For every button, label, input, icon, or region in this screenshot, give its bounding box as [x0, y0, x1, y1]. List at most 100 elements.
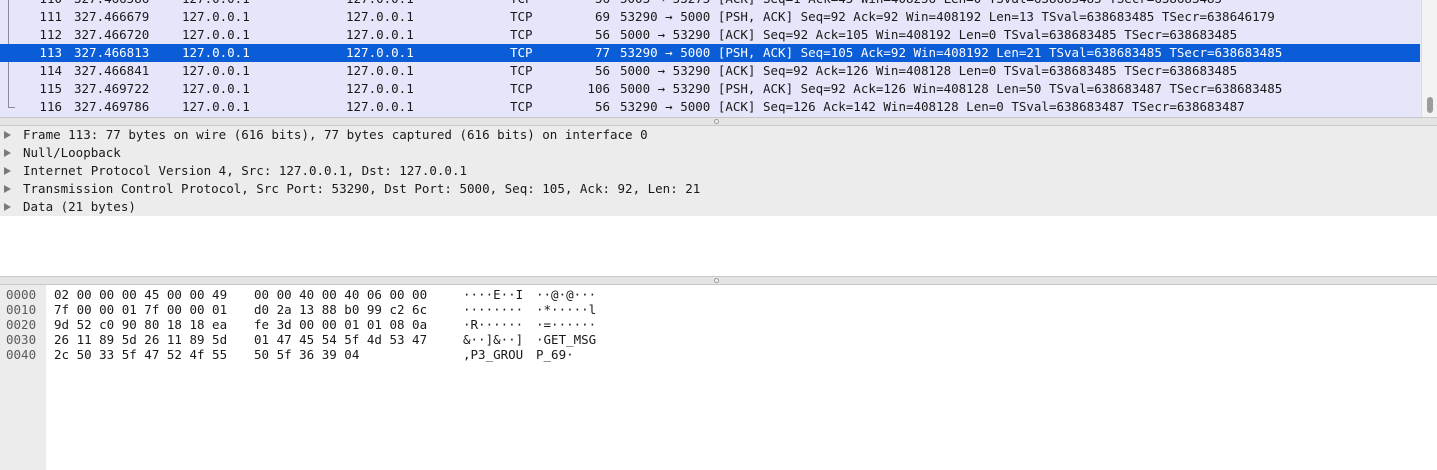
packet-time: 327.469786: [74, 99, 150, 114]
conversation-line-icon: [8, 98, 15, 108]
hex-offset: 0040: [6, 347, 37, 362]
packet-destination: 127.0.0.1: [346, 81, 414, 96]
packet-info: 53290 → 5000 [ACK] Seq=126 Ack=142 Win=4…: [620, 99, 1245, 114]
packet-time: 327.466841: [74, 63, 150, 78]
expand-arrow-icon[interactable]: [4, 185, 11, 193]
hex-ascii: ····E··I: [463, 287, 524, 302]
detail-tree-item[interactable]: Internet Protocol Version 4, Src: 127.0.…: [0, 162, 1437, 180]
packet-destination: 127.0.0.1: [346, 45, 414, 60]
hex-ascii: ·R······: [463, 317, 524, 332]
packet-source: 127.0.0.1: [182, 9, 250, 24]
detail-tree-item[interactable]: Null/Loopback: [0, 144, 1437, 162]
packet-destination: 127.0.0.1: [346, 99, 414, 114]
hex-bytes: 26 11 89 5d 26 11 89 5d: [54, 332, 228, 347]
packet-number: 112: [39, 27, 62, 42]
packet-source: 127.0.0.1: [182, 99, 250, 114]
hex-bytes: 02 00 00 00 45 00 00 49: [54, 287, 228, 302]
packet-protocol: TCP: [510, 63, 533, 78]
detail-tree-item[interactable]: Transmission Control Protocol, Src Port:…: [0, 180, 1437, 198]
detail-tree-item[interactable]: Data (21 bytes): [0, 198, 1437, 216]
packet-protocol: TCP: [510, 99, 533, 114]
detail-tree-label: Internet Protocol Version 4, Src: 127.0.…: [23, 163, 468, 178]
hex-bytes: 7f 00 00 01 7f 00 00 01: [54, 302, 228, 317]
packet-row[interactable]: 115 327.469722 127.0.0.1 127.0.0.1 TCP 106 500…: [0, 80, 1420, 98]
packet-details-pane[interactable]: Frame 113: 77 bytes on wire (616 bits), …: [0, 126, 1437, 276]
packet-bytes-pane[interactable]: 0000 02 00 00 00 45 00 00 49 00 00 40 00 4…: [0, 285, 1437, 470]
hex-bytes: 2c 50 33 5f 47 52 4f 55: [54, 347, 228, 362]
conversation-line-icon: [8, 26, 15, 44]
hex-bytes: 00 00 40 00 40 06 00 00: [254, 287, 428, 302]
packet-length: 56: [594, 27, 610, 42]
packet-number: 116: [39, 99, 62, 114]
detail-tree-label: Data (21 bytes): [23, 199, 136, 214]
packet-time: 327.466679: [74, 9, 150, 24]
scrollbar-thumb[interactable]: [1427, 97, 1433, 113]
packet-row[interactable]: 112 327.466720 127.0.0.1 127.0.0.1 TCP 56 5000…: [0, 26, 1420, 44]
hex-ascii: ,P3_GROU: [463, 347, 524, 362]
packet-source: 127.0.0.1: [182, 0, 250, 8]
packet-info: 5000 → 53290 [ACK] Seq=92 Ack=105 Win=40…: [620, 27, 1238, 42]
hex-ascii: P_69·: [536, 347, 574, 362]
hex-ascii: ··@·@···: [536, 287, 597, 302]
packet-destination: 127.0.0.1: [346, 0, 414, 8]
packet-info: 5000 → 53290 [ACK] Seq=92 Ack=126 Win=40…: [620, 63, 1238, 78]
packet-info: 53290 → 5000 [PSH, ACK] Seq=92 Ack=92 Wi…: [620, 9, 1275, 24]
hex-ascii: ·*·····l: [536, 302, 597, 317]
expand-arrow-icon[interactable]: [4, 149, 11, 157]
packet-list[interactable]: 110327.466586127.0.0.1127.0.0.1TCP565003…: [0, 0, 1437, 117]
packet-time: 327.469722: [74, 81, 150, 96]
hex-ascii: ·=······: [536, 317, 597, 332]
packet-length: 56: [560, 0, 610, 8]
packet-row[interactable]: 113 327.466813 127.0.0.1 127.0.0.1 TCP 77 5329…: [0, 44, 1420, 62]
hex-bytes: 9d 52 c0 90 80 18 18 ea: [54, 317, 228, 332]
packet-protocol: TCP: [510, 45, 533, 60]
expand-arrow-icon[interactable]: [4, 203, 11, 211]
hex-bytes: 01 47 45 54 5f 4d 53 47: [254, 332, 428, 347]
packet-row[interactable]: 110 327.466586 127.0.0.1 127.0.0.1 TCP 56 5003…: [0, 0, 1420, 8]
packet-length: 56: [594, 99, 610, 114]
packet-rows: 110327.466586127.0.0.1127.0.0.1TCP565003…: [0, 0, 1420, 116]
conversation-line-icon: [8, 0, 15, 8]
splitter-grip-icon[interactable]: [714, 119, 719, 124]
expand-arrow-icon[interactable]: [4, 131, 11, 139]
hex-ascii: ·GET_MSG: [536, 332, 597, 347]
hex-bytes: fe 3d 00 00 01 01 08 0a: [254, 317, 428, 332]
packet-length: 69: [594, 9, 610, 24]
packet-source: 127.0.0.1: [182, 63, 250, 78]
conversation-line-icon: [8, 62, 15, 80]
hex-offset: 0010: [6, 302, 37, 317]
packet-source: 127.0.0.1: [182, 27, 250, 42]
pane-splitter-top[interactable]: [0, 117, 1437, 126]
pane-splitter-bottom[interactable]: [0, 276, 1437, 285]
packet-source: 127.0.0.1: [182, 45, 250, 60]
packet-info: 5003 → 53275 [ACK] Seq=1 Ack=45 Win=4082…: [620, 0, 1222, 8]
packet-destination: 127.0.0.1: [346, 27, 414, 42]
packet-row[interactable]: 114 327.466841 127.0.0.1 127.0.0.1 TCP 56 5000…: [0, 62, 1420, 80]
packet-list-scrollbar[interactable]: [1421, 0, 1437, 117]
hex-offset: 0030: [6, 332, 37, 347]
packet-source: 127.0.0.1: [182, 81, 250, 96]
detail-tree-item[interactable]: Frame 113: 77 bytes on wire (616 bits), …: [0, 126, 1437, 144]
packet-length: 77: [594, 45, 610, 60]
expand-arrow-icon[interactable]: [4, 167, 11, 175]
conversation-line-icon: [8, 8, 15, 26]
packet-number: 115: [39, 81, 62, 96]
packet-row[interactable]: 116 327.469786 127.0.0.1 127.0.0.1 TCP 56 5329…: [0, 98, 1420, 116]
hex-ascii: &··]&··]: [463, 332, 524, 347]
packet-info: 53290 → 5000 [PSH, ACK] Seq=105 Ack=92 W…: [620, 45, 1283, 60]
packet-length: 56: [594, 63, 610, 78]
packet-protocol: TCP: [510, 81, 533, 96]
conversation-line-icon: [8, 80, 15, 98]
packet-length: 106: [587, 81, 610, 96]
packet-number: 114: [39, 63, 62, 78]
packet-details-tree: Frame 113: 77 bytes on wire (616 bits), …: [0, 126, 1437, 216]
packet-info: 5000 → 53290 [PSH, ACK] Seq=92 Ack=126 W…: [620, 81, 1283, 96]
hex-offset: 0000: [6, 287, 37, 302]
packet-row[interactable]: 111 327.466679 127.0.0.1 127.0.0.1 TCP 69 5329…: [0, 8, 1420, 26]
packet-protocol: TCP: [510, 27, 533, 42]
splitter-grip-icon[interactable]: [714, 278, 719, 283]
packet-time: 327.466720: [74, 27, 150, 42]
packet-number: 110: [30, 0, 62, 8]
hex-bytes: 50 5f 36 39 04: [254, 347, 360, 362]
hex-offset: 0020: [6, 317, 37, 332]
